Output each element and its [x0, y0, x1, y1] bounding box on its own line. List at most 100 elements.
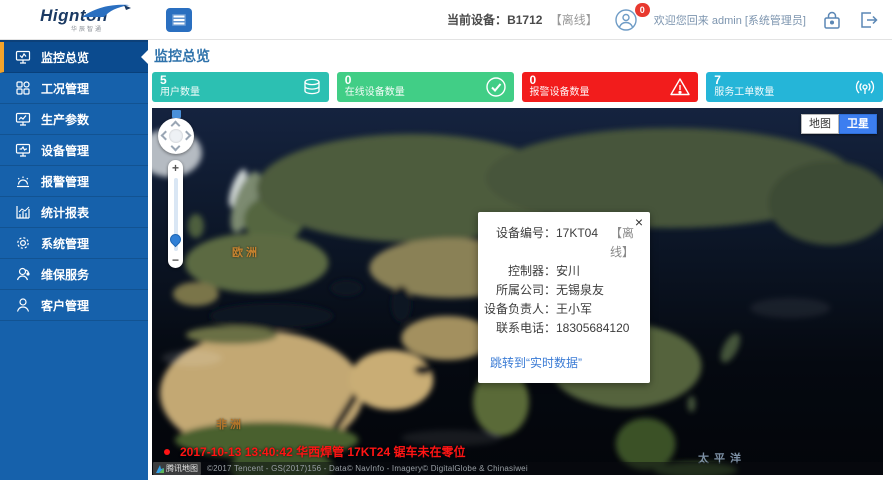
sidebar-nav: 监控总览 工况管理 生产参数 设备管理 报警管理 统计报表 系统管理 维保服务 … [0, 40, 148, 480]
attribution-text: ©2017 Tencent - GS(2017)156 - Data© NavI… [207, 464, 528, 473]
sidebar-item-maintenance-service[interactable]: 维保服务 [0, 259, 148, 290]
sidebar-item-label: 维保服务 [41, 266, 89, 283]
zoom-in-button[interactable]: + [168, 160, 183, 176]
company-value: 无锡泉友 [556, 281, 604, 300]
tencent-logo-icon [156, 465, 164, 473]
notification-badge: 0 [635, 3, 650, 17]
username: admin [系统管理员] [712, 15, 806, 27]
warning-triangle-icon [669, 76, 691, 98]
sidebar-item-condition-mgmt[interactable]: 工况管理 [0, 73, 148, 104]
top-header: Hignton 华辰智通 当前设备：B1712 【离线】 0 欢迎您回来 adm… [0, 0, 892, 40]
grid-icon [15, 80, 31, 96]
device-monitor-icon [15, 142, 31, 158]
stat-cards: 5 用户数量 0 在线设备数量 0 报警设备数量 7 服务工单数量 [152, 72, 883, 102]
map-label-africa: 非洲 [216, 416, 244, 432]
logo-subtext: 华辰智通 [26, 24, 148, 33]
person-icon [15, 297, 31, 313]
tencent-map-logo: 腾讯地图 [153, 462, 201, 475]
stat-label: 在线设备数量 [345, 87, 506, 99]
user-menu-button[interactable]: 0 [614, 8, 638, 32]
realtime-data-link[interactable]: 跳转到“实时数据” [490, 354, 582, 371]
stat-value: 7 [714, 74, 875, 87]
page-title: 监控总览 [154, 46, 892, 66]
sidebar-item-label: 统计报表 [41, 204, 89, 221]
alarm-icon [15, 173, 31, 189]
gear-icon [15, 235, 31, 251]
popup-close-icon[interactable]: × [635, 215, 643, 229]
sidebar-item-monitor-overview[interactable]: 监控总览 [0, 42, 148, 73]
sidebar-item-production-params[interactable]: 生产参数 [0, 104, 148, 135]
monitor-icon [15, 49, 31, 65]
popup-row: 控制器： 安川 [482, 262, 642, 281]
monitor-chart-icon [15, 111, 31, 127]
zoom-out-button[interactable]: − [168, 253, 183, 268]
headset-user-icon [15, 266, 31, 282]
bar-chart-icon [15, 204, 31, 220]
current-device-state: 【离线】 [550, 13, 598, 27]
alarm-dot-icon [164, 449, 170, 455]
map-attribution-bar: 腾讯地图 ©2017 Tencent - GS(2017)156 - Data©… [152, 462, 883, 475]
phone-value: 18305684120 [556, 319, 629, 338]
pan-down-icon[interactable] [171, 142, 181, 152]
check-circle-icon [485, 76, 507, 98]
database-icon [302, 77, 322, 97]
sidebar-item-label: 报警管理 [41, 173, 89, 190]
popup-row: 所属公司： 无锡泉友 [482, 281, 642, 300]
sidebar-item-statistics-reports[interactable]: 统计报表 [0, 197, 148, 228]
map-pan-control[interactable] [158, 118, 194, 154]
current-device-status: 当前设备：B1712 【离线】 [447, 11, 598, 28]
stat-label: 报警设备数量 [530, 87, 691, 99]
device-info-popup: × 设备编号： 17KT04 【离线】 控制器： 安川 所属公司： 无锡泉友 设… [478, 212, 650, 383]
stat-value: 0 [530, 74, 691, 87]
broadcast-icon [854, 76, 876, 98]
stat-card-online-devices[interactable]: 0 在线设备数量 [337, 72, 514, 102]
logo-swoosh-icon [80, 4, 132, 18]
sidebar-item-device-mgmt[interactable]: 设备管理 [0, 135, 148, 166]
map-type-toggle: 地图 卫星 [801, 114, 877, 134]
stat-card-alarm-devices[interactable]: 0 报警设备数量 [522, 72, 699, 102]
map-label-europe: 欧洲 [232, 244, 260, 260]
sidebar-item-label: 设备管理 [41, 142, 89, 159]
stat-card-service-orders[interactable]: 7 服务工单数量 [706, 72, 883, 102]
popup-row: 联系电话： 18305684120 [482, 319, 642, 338]
sidebar-item-label: 系统管理 [41, 235, 89, 252]
pan-left-icon[interactable] [161, 131, 171, 141]
map-type-roadmap-button[interactable]: 地图 [801, 114, 839, 134]
map-overview-icon[interactable] [172, 110, 181, 118]
stat-value: 5 [160, 74, 321, 87]
pan-up-icon[interactable] [171, 121, 181, 131]
sidebar-item-system-mgmt[interactable]: 系统管理 [0, 228, 148, 259]
stat-card-users[interactable]: 5 用户数量 [152, 72, 329, 102]
sidebar-item-alarm-mgmt[interactable]: 报警管理 [0, 166, 148, 197]
device-id: 17KT04 [556, 224, 598, 262]
lock-icon [822, 10, 842, 30]
stat-label: 用户数量 [160, 87, 321, 99]
main-content: 监控总览 5 用户数量 0 在线设备数量 0 报警设备数量 7 服务工单数量 [148, 40, 892, 480]
stat-value: 0 [345, 74, 506, 87]
app-logo: Hignton 华辰智通 [0, 6, 148, 33]
sidebar-toggle-button[interactable] [166, 8, 192, 32]
sidebar-item-label: 监控总览 [41, 49, 89, 66]
sidebar-item-label: 客户管理 [41, 297, 89, 314]
welcome-message: 欢迎您回来 admin [系统管理员] [654, 12, 806, 28]
sidebar-item-label: 生产参数 [41, 111, 89, 128]
popup-row: 设备编号： 17KT04 【离线】 [482, 224, 642, 262]
logout-button[interactable] [858, 10, 878, 30]
sidebar-item-label: 工况管理 [41, 80, 89, 97]
controller-value: 安川 [556, 262, 580, 281]
alarm-ticker: 2017-10-13 13:40:42 华西焊管 17KT24 锯车未在零位 [164, 443, 465, 460]
menu-list-icon [172, 14, 186, 26]
popup-row: 设备负责人： 王小军 [482, 300, 642, 319]
owner-value: 王小军 [556, 300, 592, 319]
sidebar-item-customer-mgmt[interactable]: 客户管理 [0, 290, 148, 321]
lock-screen-button[interactable] [822, 10, 842, 30]
current-device-label: 当前设备： [447, 13, 507, 27]
alarm-ticker-text: 2017-10-13 13:40:42 华西焊管 17KT24 锯车未在零位 [180, 443, 465, 460]
world-map-container: + − 地图 卫星 欧洲 非洲 中国 太平洋 × 设备编号： 17KT04 【离… [152, 108, 883, 475]
map-type-satellite-button[interactable]: 卫星 [839, 114, 877, 134]
pan-right-icon[interactable] [182, 131, 192, 141]
map-zoom-slider[interactable]: + − [168, 160, 183, 268]
zoom-slider-thumb[interactable] [168, 232, 184, 248]
logout-icon [858, 10, 878, 30]
current-device-value: B1712 [507, 13, 542, 27]
